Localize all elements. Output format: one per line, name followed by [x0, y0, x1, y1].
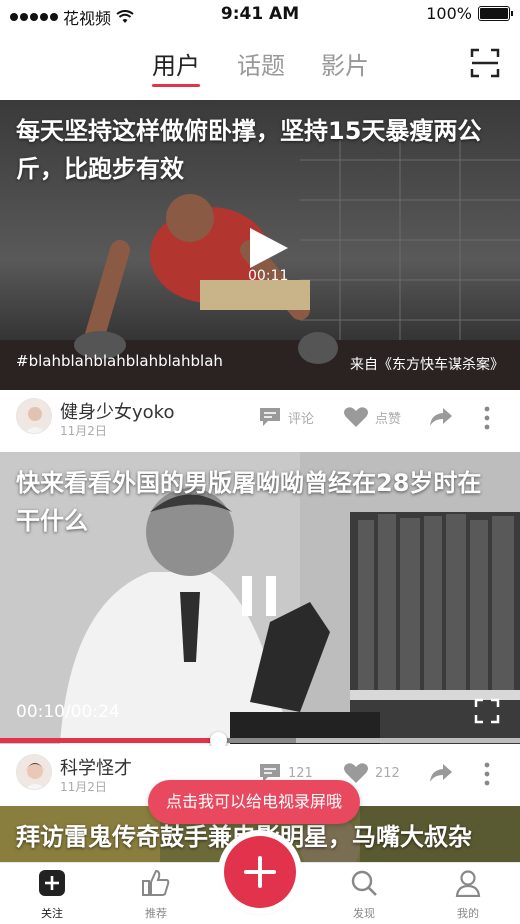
status-right: 100% [426, 4, 513, 23]
like-button[interactable]: 212 [343, 762, 400, 784]
tab-movies[interactable]: 影片 [321, 46, 369, 81]
more-options-icon[interactable] [482, 406, 492, 430]
nav-following[interactable]: 关注 [22, 869, 82, 921]
like-label: 点赞 [375, 411, 402, 427]
heart-icon [344, 407, 368, 427]
status-bar: 花视频 9:41 AM 100% [0, 0, 520, 30]
nav-label: 发现 [353, 907, 375, 920]
share-icon[interactable] [428, 762, 454, 784]
nav-label: 关注 [41, 907, 63, 920]
post-date: 11月2日 [60, 424, 107, 438]
video-meta-row: 健身少女yoko 11月2日 评论 点赞 [0, 390, 520, 448]
share-icon[interactable] [428, 406, 454, 428]
playback-progress-bar[interactable] [0, 732, 520, 749]
playback-time: 00:10/00:24 [16, 702, 120, 722]
scan-icon[interactable] [470, 48, 500, 78]
avatar[interactable] [16, 754, 52, 790]
pause-icon[interactable] [240, 576, 280, 616]
video-card-2[interactable]: 快来看看外国的男版屠呦呦曾经在28岁时在干什么 00:10/00:24 [0, 452, 520, 744]
comment-label: 评论 [288, 411, 315, 427]
more-options-icon[interactable] [482, 762, 492, 786]
video-source[interactable]: 来自《东方快车谋杀案》 [350, 354, 504, 374]
heart-icon [344, 763, 368, 783]
active-tab-indicator [152, 84, 200, 87]
avatar-image [24, 407, 46, 433]
progress-played [0, 738, 219, 743]
search-icon [351, 870, 377, 896]
nav-label: 推荐 [145, 907, 167, 920]
nav-label: 我的 [457, 907, 479, 920]
battery-icon [478, 6, 513, 21]
battery-percent: 100% [426, 4, 472, 23]
video-title[interactable]: 每天坚持这样做俯卧撑，坚持15天暴瘦两公斤，比跑步有效 [16, 112, 504, 188]
person-icon [455, 870, 481, 898]
cast-hint-toast[interactable]: 点击我可以给电视录屏哦 [148, 780, 361, 824]
tab-topics[interactable]: 话题 [237, 46, 285, 81]
plus-square-icon [39, 870, 65, 896]
video-duration: 00:11 [248, 268, 289, 284]
video-hashtag[interactable]: #blahblahblahblahblahblah [16, 352, 223, 370]
avatar[interactable] [16, 398, 52, 434]
nav-discover[interactable]: 发现 [334, 869, 394, 921]
post-date: 11月2日 [60, 780, 107, 794]
create-button[interactable] [224, 836, 296, 908]
comment-button[interactable]: 评论 [258, 406, 314, 428]
fullscreen-icon[interactable] [474, 698, 500, 724]
author-name[interactable]: 科学怪才 [60, 754, 132, 780]
like-count: 212 [375, 765, 400, 781]
comment-count: 121 [288, 765, 313, 781]
like-button[interactable]: 点赞 [343, 406, 401, 428]
avatar-image [24, 763, 46, 789]
plus-icon [244, 856, 276, 888]
video-card-1[interactable]: 每天坚持这样做俯卧撑，坚持15天暴瘦两公斤，比跑步有效 00:11 #blahb… [0, 100, 520, 390]
video-title[interactable]: 快来看看外国的男版屠呦呦曾经在28岁时在干什么 [16, 464, 504, 540]
top-tab-bar: 用户 话题 影片 [0, 40, 520, 96]
comment-icon [260, 408, 280, 426]
tab-users[interactable]: 用户 [152, 46, 200, 81]
play-icon[interactable] [246, 226, 290, 270]
thumbs-up-icon [142, 869, 170, 896]
author-name[interactable]: 健身少女yoko [60, 398, 174, 424]
nav-me[interactable]: 我的 [438, 869, 498, 921]
nav-recommended[interactable]: 推荐 [126, 869, 186, 921]
